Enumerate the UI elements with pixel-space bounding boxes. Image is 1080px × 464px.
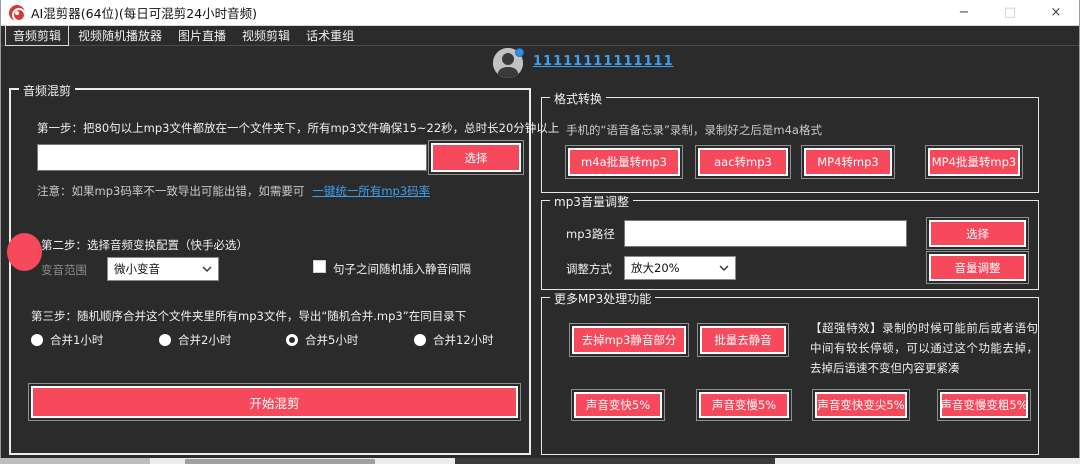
silence-gap-checkbox[interactable] — [313, 260, 326, 273]
window-title: AI混剪器(64位)(每日可混剪24小时音频) — [31, 6, 258, 21]
note-row: 注意：如果mp3码率不一致导出可能出错，如需要可 一键统一所有mp3码率 — [37, 183, 430, 199]
adjust-mode-dropdown[interactable]: 放大20% — [624, 256, 736, 280]
mp3-path-input[interactable] — [624, 220, 907, 247]
group-audio-mix: 音频混剪 第一步：把80句以上mp3文件都放在一个文件夹下，所有mp3文件确保1… — [7, 82, 559, 455]
unify-bitrate-link[interactable]: 一键统一所有mp3码率 — [312, 183, 430, 199]
note-text: 注意：如果mp3码率不一致导出可能出错，如需要可 — [37, 184, 305, 198]
tab-script-recombine[interactable]: 话术重组 — [299, 26, 361, 45]
group-more-mp3: 更多MP3处理功能 去掉mp3静音部分 批量去静音 【超强特效】录制的时候可能前… — [541, 290, 1039, 455]
adjust-mode-label: 调整方式 — [566, 262, 612, 276]
voice-range-value: 微小变音 — [114, 262, 160, 276]
tab-audio-edit[interactable]: 音频剪辑 — [5, 25, 70, 46]
remove-silence-button[interactable]: 去掉mp3静音部分 — [572, 326, 686, 354]
super-effect-tip-text: 【超强特效】录制的时候可能前后或者语句中间有较长停顿，可以通过这个功能去掉，去掉… — [810, 321, 1038, 376]
tab-video-random-player[interactable]: 视频随机播放器 — [71, 26, 169, 45]
tab-video-edit[interactable]: 视频剪辑 — [235, 26, 297, 45]
slower-deeper-5-button[interactable]: 声音变慢变粗5% — [940, 392, 1028, 418]
step2-text: 第二步：选择音频变换配置（快手必选） — [41, 238, 248, 252]
adjust-mode-value: 放大20% — [631, 261, 680, 275]
slow-down-5-button[interactable]: 声音变慢5% — [699, 392, 789, 418]
radio-dot — [159, 334, 171, 346]
select-folder-button[interactable]: 选择 — [431, 143, 521, 172]
mp4-batch-to-mp3-button[interactable]: MP4批量转mp3 — [928, 148, 1020, 176]
folder-path-input[interactable] — [37, 144, 427, 171]
account-username-link[interactable]: 11111111111111 — [533, 54, 674, 69]
faster-higher-5-button[interactable]: 声音变快变尖5% — [815, 392, 907, 418]
mp4-to-mp3-button[interactable]: MP4转mp3 — [804, 148, 892, 176]
chevron-down-icon — [719, 265, 729, 271]
batch-remove-silence-button[interactable]: 批量去静音 — [700, 326, 786, 354]
group-format-convert-title: 格式转换 — [550, 90, 607, 107]
voice-range-dropdown[interactable]: 微小变音 — [107, 257, 219, 281]
avatar-badge-icon — [515, 48, 524, 57]
format-convert-description: 手机的“语音备忘录”录制，录制好之后是m4a格式 — [566, 123, 822, 137]
radio-dot-selected — [286, 334, 298, 346]
app-logo-icon — [9, 4, 26, 22]
radio-dot — [414, 334, 426, 346]
group-volume-adjust: mp3音量调整 mp3路径 选择 调整方式 放大20% 音量调整 — [541, 193, 1039, 290]
background-window-segment — [0, 458, 150, 464]
group-more-mp3-title: 更多MP3处理功能 — [550, 290, 656, 307]
group-format-convert: 格式转换 手机的“语音备忘录”录制，录制好之后是m4a格式 m4a批量转mp3 … — [541, 90, 1039, 193]
close-button[interactable]: × — [1033, 0, 1079, 25]
radio-dot — [31, 334, 43, 346]
minimize-button[interactable]: − — [941, 0, 987, 25]
group-volume-adjust-title: mp3音量调整 — [550, 193, 633, 210]
volume-select-button[interactable]: 选择 — [929, 220, 1026, 247]
main-content: 11111111111111 音频混剪 第一步：把80句以上mp3文件都放在一个… — [1, 46, 1079, 458]
maximize-button[interactable]: □ — [987, 0, 1033, 25]
volume-adjust-button[interactable]: 音量调整 — [929, 254, 1026, 281]
step3-text: 第三步：随机顺序合并这个文件夹里所有mp3文件，导出“随机合并.mp3”在同目录… — [31, 309, 467, 323]
window-controls: − □ × — [941, 0, 1079, 25]
app-window: AI混剪器(64位)(每日可混剪24小时音频) − □ × 音频剪辑 视频随机播… — [0, 0, 1080, 458]
group-audio-mix-title: 音频混剪 — [19, 82, 76, 99]
chevron-down-icon — [202, 266, 212, 272]
background-window-edge — [0, 458, 1080, 464]
radio-merge-12h[interactable]: 合并12小时 — [414, 332, 494, 348]
tab-image-live[interactable]: 图片直播 — [171, 26, 233, 45]
red-circle-decoration — [7, 233, 42, 271]
titlebar: AI混剪器(64位)(每日可混剪24小时音频) − □ × — [1, 0, 1079, 26]
speed-up-5-button[interactable]: 声音变快5% — [574, 392, 662, 418]
radio-merge-1h[interactable]: 合并1小时 — [31, 332, 103, 348]
start-mix-button[interactable]: 开始混剪 — [31, 386, 518, 418]
silence-gap-checkbox-label: 句子之间随机插入静音间隔 — [333, 262, 471, 276]
screen: AI混剪器(64位)(每日可混剪24小时音频) − □ × 音频剪辑 视频随机播… — [0, 0, 1080, 464]
aac-to-mp3-button[interactable]: aac转mp3 — [698, 148, 788, 176]
step1-text: 第一步：把80句以上mp3文件都放在一个文件夹下，所有mp3文件确保15~22秒… — [37, 121, 560, 135]
voice-range-label: 变音范围 — [41, 263, 87, 277]
m4a-batch-to-mp3-button[interactable]: m4a批量转mp3 — [568, 148, 680, 176]
mp3-path-label: mp3路径 — [566, 227, 615, 241]
background-window-segment — [185, 459, 375, 464]
background-window-segment — [455, 458, 775, 464]
tab-bar: 音频剪辑 视频随机播放器 图片直播 视频剪辑 话术重组 — [1, 25, 1079, 46]
radio-merge-2h[interactable]: 合并2小时 — [159, 332, 231, 348]
radio-merge-5h[interactable]: 合并5小时 — [286, 332, 358, 348]
